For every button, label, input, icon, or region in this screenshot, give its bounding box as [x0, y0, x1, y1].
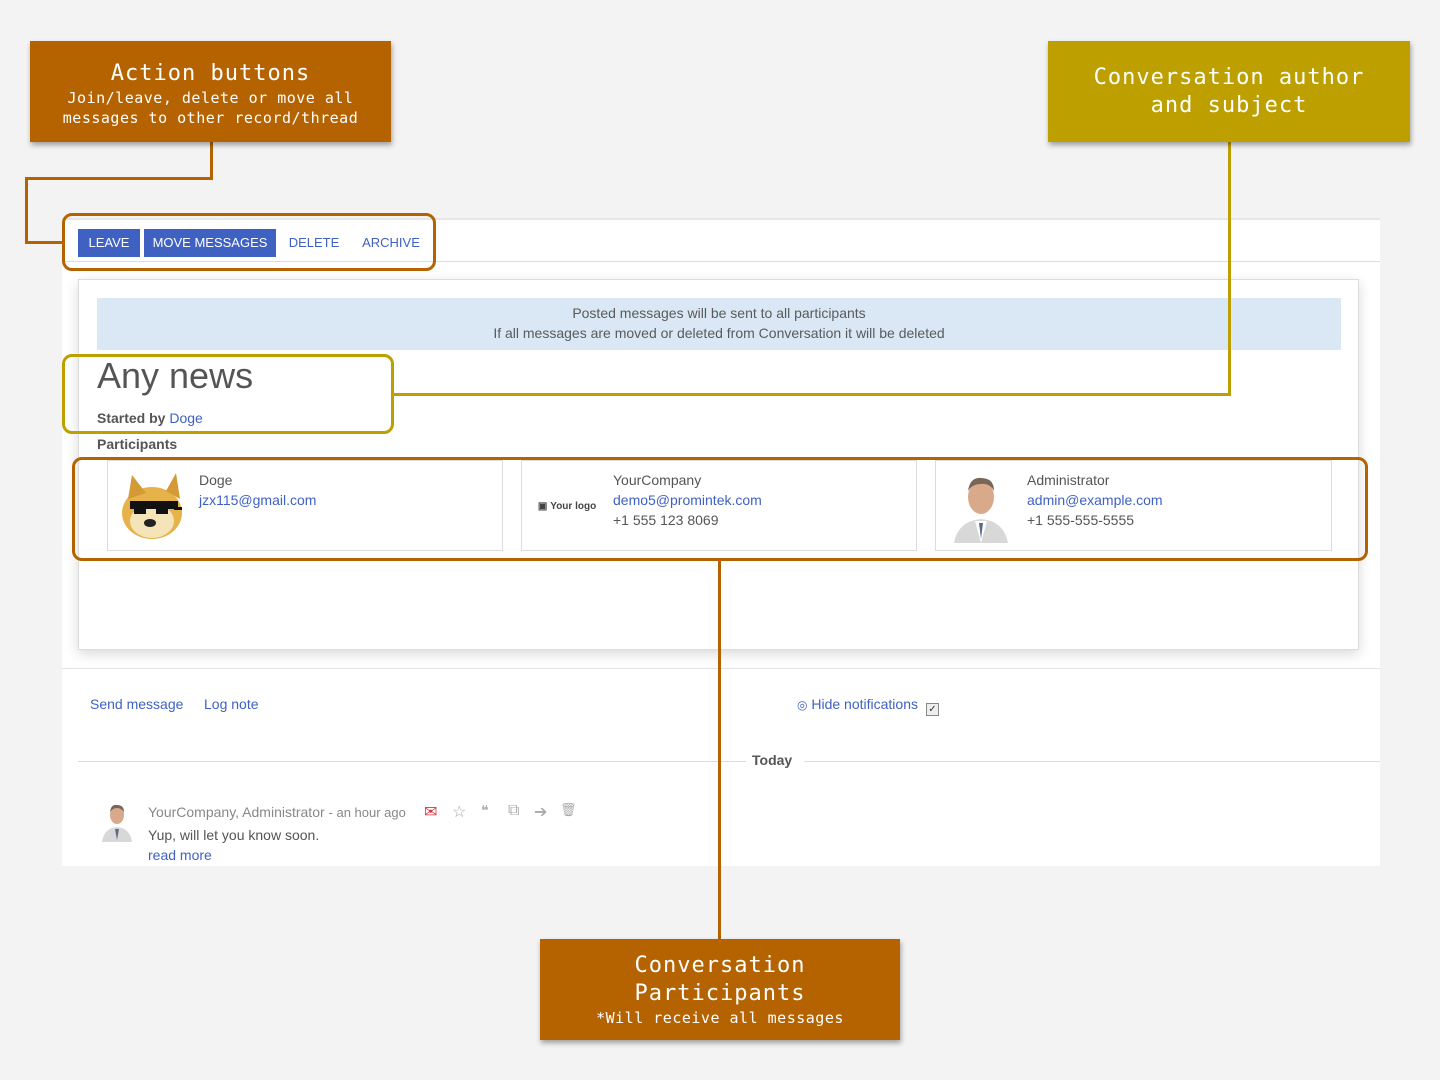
top-divider [62, 218, 1380, 220]
participants-label: Participants [97, 436, 178, 452]
log-note-link[interactable]: Log note [204, 696, 259, 712]
author-subject-callout: Conversation author and subject [1048, 41, 1410, 142]
hide-notifications[interactable]: ◎ Hide notifications ✓ [797, 696, 939, 716]
connector-line [210, 141, 213, 180]
date-separator-line [804, 761, 1380, 762]
move-messages-button[interactable]: MOVE MESSAGES [144, 229, 276, 257]
message-body: Yup, will let you know soon. [148, 827, 320, 843]
eye-slash-icon: ◎ [797, 698, 808, 712]
participant-card[interactable]: Administrator admin@example.com +1 555-5… [935, 460, 1332, 551]
conversation-subject: Any news [97, 355, 254, 396]
callout-subtitle: Join/leave, delete or move all messages … [62, 89, 359, 127]
participant-name: YourCompany [613, 472, 702, 488]
connector-line [392, 393, 1231, 396]
started-by-label: Started by [97, 410, 166, 426]
send-message-link[interactable]: Send message [90, 696, 183, 712]
callout-subtitle: *Will receive all messages [596, 1009, 844, 1027]
action-toolbar: LEAVE MOVE MESSAGES DELETE ARCHIVE [62, 222, 1380, 262]
connector-line [718, 559, 721, 940]
hide-notifications-checkbox[interactable]: ✓ [925, 703, 939, 716]
doge-avatar [122, 473, 182, 539]
participant-email[interactable]: admin@example.com [1027, 492, 1163, 508]
envelope-icon[interactable]: ✉ [424, 802, 437, 822]
participant-phone: +1 555 123 8069 [613, 512, 719, 528]
archive-button[interactable]: ARCHIVE [356, 229, 426, 257]
participant-name: Administrator [1027, 472, 1110, 488]
chatter-divider [62, 668, 1380, 669]
message-author[interactable]: YourCompany, Administrator [148, 804, 325, 820]
administrator-avatar [944, 469, 1018, 543]
delete-button[interactable]: DELETE [282, 229, 346, 257]
participant-card[interactable]: Doge jzx115@gmail.com [107, 460, 503, 551]
callout-title: Conversation author and subject [1093, 65, 1365, 118]
message-author-avatar [102, 804, 132, 842]
message-time: - an hour ago [328, 805, 406, 820]
star-icon[interactable]: ☆ [452, 802, 466, 822]
date-separator-line [78, 761, 746, 762]
banner-line-1: Posted messages will be sent to all part… [572, 305, 866, 321]
callout-title: Action buttons [110, 61, 311, 86]
participant-name: Doge [199, 472, 233, 488]
participant-card[interactable]: ▣ Your logo YourCompany demo5@promintek.c… [521, 460, 917, 551]
started-by: Started by Doge [97, 410, 203, 426]
conversation-form: LEAVE MOVE MESSAGES DELETE ARCHIVE Poste… [62, 218, 1380, 866]
callout-title: Conversation Participants [634, 953, 806, 1006]
connector-line [25, 241, 65, 244]
date-separator: Today [752, 752, 793, 768]
banner-line-2: If all messages are moved or deleted fro… [493, 325, 945, 341]
logo-text: Your logo [550, 500, 597, 512]
action-buttons-callout: Action buttons Join/leave, delete or mov… [30, 41, 391, 142]
participant-phone: +1 555-555-5555 [1027, 512, 1135, 528]
participants-callout: Conversation Participants *Will receive … [540, 939, 900, 1040]
read-more-link[interactable]: read more [148, 847, 212, 863]
connector-line [25, 177, 213, 180]
connector-line [25, 177, 28, 244]
connector-line [1228, 141, 1231, 396]
leave-button[interactable]: LEAVE [78, 229, 140, 257]
participant-email[interactable]: demo5@promintek.com [613, 492, 762, 508]
logo-icon: ▣ [537, 500, 548, 512]
hide-notifications-label: Hide notifications [811, 696, 918, 712]
message-header: YourCompany, Administrator - an hour ago [148, 804, 406, 820]
author-link[interactable]: Doge [169, 410, 202, 426]
copy-icon[interactable]: ⧉ [508, 802, 519, 820]
company-logo: ▣ Your logo [530, 469, 604, 543]
participant-email[interactable]: jzx115@gmail.com [199, 492, 316, 508]
arrow-right-icon[interactable]: ➔ [534, 802, 547, 822]
trash-icon[interactable]: 🗑 [560, 802, 577, 818]
quote-icon[interactable]: ❝ [481, 802, 489, 819]
info-banner: Posted messages will be sent to all part… [97, 298, 1341, 350]
